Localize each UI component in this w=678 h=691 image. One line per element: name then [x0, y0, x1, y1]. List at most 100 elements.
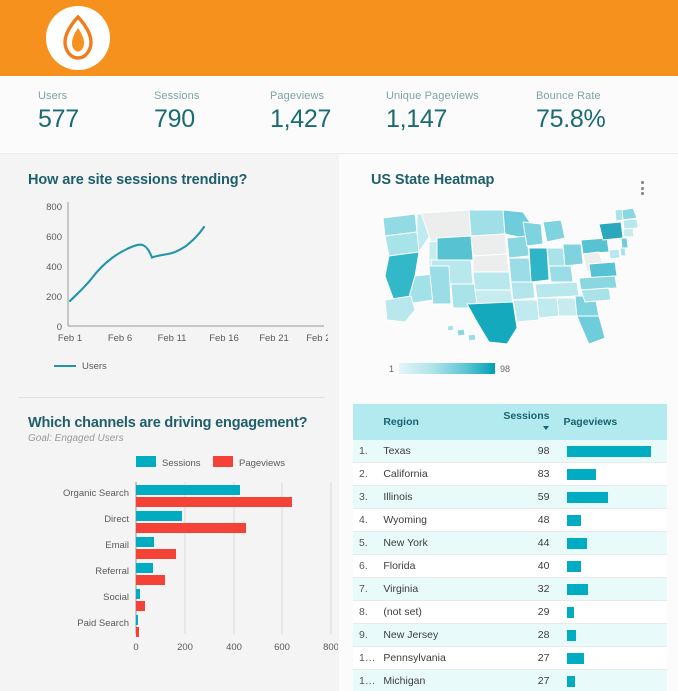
table-row[interactable]: 5. New York 44: [353, 531, 667, 555]
choropleth-map[interactable]: [371, 204, 661, 359]
sort-desc-icon: [543, 426, 550, 431]
state-new-york: [598, 221, 624, 241]
x-tick-feb16: Feb 16: [209, 333, 239, 344]
panel-subtitle: Goal: Engaged Users: [28, 433, 124, 444]
row-pageviews-cell: [559, 531, 667, 555]
row-sessions: 83: [499, 462, 560, 486]
table-row[interactable]: 9. New Jersey 28: [353, 623, 667, 647]
bar-sessions-referral: [136, 563, 153, 573]
state-delaware: [619, 247, 627, 257]
row-pageviews-bar: [567, 583, 589, 595]
kpi-value: 1,427: [270, 105, 332, 133]
row-region: Michigan: [379, 669, 500, 691]
row-sessions: 27: [499, 646, 560, 670]
bar-x-tick-200: 200: [177, 642, 193, 653]
row-index: 4.: [353, 508, 380, 532]
bar-x-tick-600: 600: [274, 642, 290, 653]
panel-menu-kebab-icon[interactable]: [635, 179, 649, 197]
bar-x-tick-400: 400: [226, 642, 242, 653]
bar-pageviews-direct: [136, 523, 246, 533]
legend-label-pageviews: Pageviews: [239, 458, 285, 469]
kpi-pageviews: Pageviews 1,427: [270, 90, 386, 153]
bar-cat-direct: Direct: [104, 514, 129, 525]
row-sessions: 28: [499, 623, 560, 647]
state-hawaii-a: [446, 324, 455, 332]
row-sessions: 40: [499, 554, 560, 578]
state-ohio: [562, 243, 584, 267]
table-header: Region Sessions Pageviews: [353, 404, 667, 440]
us-map-svg: [382, 207, 639, 345]
col-pageviews[interactable]: Pageviews: [559, 404, 667, 440]
table-row[interactable]: 4. Wyoming 48: [353, 508, 667, 532]
state-pennsylvania: [580, 237, 610, 255]
table-row[interactable]: 1… Pennsylvania 27: [353, 646, 667, 670]
state-wisconsin: [522, 221, 544, 247]
row-sessions: 27: [499, 669, 560, 691]
channels-bar-chart: Sessions Pageviews Organic Search Direct: [63, 456, 339, 653]
row-index: 6.: [353, 554, 380, 578]
table-row[interactable]: 8. (not set) 29: [353, 600, 667, 624]
kpi-bounce-rate: Bounce Rate 75.8%: [536, 90, 652, 153]
row-pageviews-bar: [567, 629, 577, 641]
kpi-unique-pageviews: Unique Pageviews 1,147: [386, 90, 536, 153]
row-sessions: 98: [499, 440, 560, 463]
state-alaska: [384, 295, 416, 323]
table-row[interactable]: 7. Virginia 32: [353, 577, 667, 601]
state-vermont-nh: [614, 208, 624, 222]
x-tick-feb26: Feb 26: [306, 333, 328, 344]
kpi-value: 75.8%: [536, 105, 606, 133]
legend-label-users: Users: [82, 361, 107, 372]
row-pageviews-bar: [567, 514, 582, 526]
flame-droplet-icon: [63, 15, 93, 60]
y-tick-400: 400: [46, 262, 62, 273]
row-pageviews-cell: [559, 508, 667, 532]
state-south-carolina: [580, 287, 612, 303]
row-pageviews-cell: [559, 462, 667, 486]
legend-min-label: 1: [389, 363, 395, 374]
y-tick-600: 600: [46, 232, 62, 243]
state-maryland: [608, 248, 621, 260]
row-pageviews-cell: [559, 646, 667, 670]
row-region: California: [379, 462, 500, 486]
table-row[interactable]: 3. Illinois 59: [353, 485, 667, 509]
state-alabama: [556, 297, 578, 317]
dashboard-body: How are site sessions trending? 800 600 …: [0, 154, 678, 691]
state-mississippi: [536, 297, 560, 319]
state-new-england-north: [620, 207, 638, 221]
table-body: 1. Texas 98 2. California 83 3. Illinois 59 4. Wyo…: [353, 440, 667, 691]
brand-logo[interactable]: [46, 6, 110, 70]
state-indiana: [546, 247, 566, 267]
state-north-carolina: [578, 275, 618, 291]
kpi-value: 790: [154, 105, 195, 133]
table-row[interactable]: 1… Michigan 27: [353, 669, 667, 691]
region-table: Region Sessions Pageviews 1. Texas 98 2. Cal…: [353, 404, 667, 691]
kpi-value: 1,147: [386, 105, 448, 133]
row-region: Illinois: [379, 485, 500, 509]
row-index: 3.: [353, 485, 380, 509]
row-pageviews-bar: [567, 491, 609, 503]
bar-sessions-email: [136, 537, 154, 547]
bar-cat-referral: Referral: [95, 566, 129, 577]
state-illinois: [528, 247, 550, 283]
bar-cat-email: Email: [105, 540, 129, 551]
panel-title: Which channels are driving engagement?: [28, 415, 308, 431]
state-tennessee: [534, 281, 580, 299]
state-kansas: [472, 271, 512, 291]
kpi-label: Unique Pageviews: [386, 90, 479, 102]
row-index: 7.: [353, 577, 380, 601]
col-sessions[interactable]: Sessions: [499, 404, 560, 440]
heatmap-legend: 1 98: [371, 363, 661, 374]
state-louisiana: [512, 299, 540, 323]
col-region[interactable]: Region: [379, 404, 500, 440]
state-virginia: [588, 261, 618, 279]
state-kentucky: [548, 265, 574, 283]
x-tick-feb11: Feb 11: [158, 333, 187, 344]
x-tick-feb21: Feb 21: [259, 333, 289, 344]
state-north-dakota: [468, 209, 506, 237]
table-row[interactable]: 2. California 83: [353, 462, 667, 486]
table-row[interactable]: 1. Texas 98: [353, 440, 667, 463]
left-column: How are site sessions trending? 800 600 …: [0, 154, 339, 691]
table-row[interactable]: 6. Florida 40: [353, 554, 667, 578]
bar-pageviews-email: [136, 549, 176, 559]
bar-sessions-social: [136, 589, 140, 599]
